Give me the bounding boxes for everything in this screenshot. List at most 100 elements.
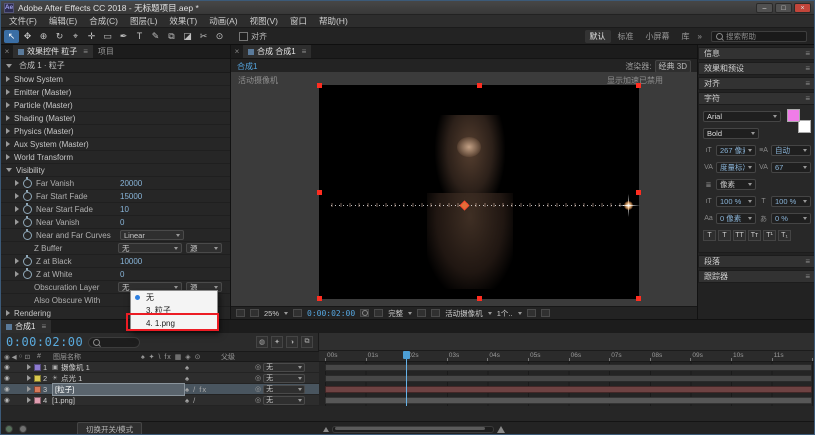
- type-tool[interactable]: T: [132, 30, 147, 43]
- parent-dropdown[interactable]: 无: [263, 395, 306, 405]
- layer-switches[interactable]: ♠: [185, 374, 255, 383]
- type-style-button[interactable]: Tт: [748, 230, 761, 241]
- timeline-toggle-icon[interactable]: ✦: [271, 336, 283, 348]
- twirl-icon[interactable]: [15, 219, 19, 225]
- font-style-select[interactable]: Bold: [703, 128, 759, 139]
- parent-dropdown[interactable]: 无: [263, 362, 306, 372]
- menu-window[interactable]: 窗口: [284, 15, 313, 27]
- param-dropdown[interactable]: Linear: [120, 230, 184, 240]
- layer-duration-bar[interactable]: [325, 364, 813, 371]
- tab-effect-controls[interactable]: 效果控件 粒子 ≡: [13, 45, 93, 58]
- time-ruler[interactable]: 00s01s02s03s04s05s06s07s08s09s10s11s12s: [319, 351, 814, 362]
- twirl-icon[interactable]: [6, 310, 10, 316]
- effect-row[interactable]: Near Vanish 0: [1, 215, 230, 229]
- comp-navigator-item[interactable]: 合成1: [237, 61, 257, 72]
- stopwatch-icon[interactable]: [23, 189, 32, 201]
- fill-color-swatch[interactable]: [787, 109, 800, 122]
- effect-row[interactable]: Z Buffer 无 源: [1, 242, 230, 255]
- tab-timeline-comp[interactable]: 合成1 ≡: [1, 320, 52, 333]
- clone-stamp-tool[interactable]: ⧉: [164, 30, 179, 43]
- layer-switches[interactable]: ♠: [185, 363, 255, 372]
- type-style-button[interactable]: T: [703, 230, 716, 241]
- menu-composition[interactable]: 合成(C): [83, 15, 124, 27]
- timeline-toggle-icon[interactable]: ◑: [286, 336, 298, 348]
- type-style-button[interactable]: T₁: [778, 230, 791, 241]
- twirl-icon[interactable]: [6, 115, 10, 121]
- menu-edit[interactable]: 编辑(E): [43, 15, 83, 27]
- fill-stroke-swatches[interactable]: [787, 109, 811, 133]
- playhead[interactable]: [403, 351, 410, 406]
- effect-row[interactable]: Aux System (Master): [1, 138, 230, 151]
- panel-align[interactable]: 对齐 ≡: [698, 77, 814, 90]
- pickwhip-icon[interactable]: ◎: [255, 363, 261, 371]
- layer-switches[interactable]: ♠ / fx: [185, 385, 255, 394]
- pickwhip-icon[interactable]: ◎: [255, 374, 261, 382]
- transparency-grid-icon[interactable]: [431, 309, 441, 317]
- tracking-select[interactable]: 67: [771, 162, 811, 173]
- comp-panel-close-button[interactable]: ×: [231, 45, 243, 58]
- camera-tool[interactable]: ⌖: [68, 30, 83, 43]
- selection-handle[interactable]: [636, 296, 641, 301]
- magnification-select[interactable]: 25%: [264, 309, 289, 318]
- effect-row[interactable]: Emitter (Master): [1, 86, 230, 99]
- menu-layer[interactable]: 图层(L): [124, 15, 163, 27]
- layer-twirl-icon[interactable]: [27, 386, 31, 392]
- fast-previews-icon[interactable]: [540, 309, 550, 317]
- visibility-toggle[interactable]: ◉: [4, 375, 10, 382]
- selection-handle[interactable]: [477, 296, 482, 301]
- param-value[interactable]: 20000: [120, 179, 142, 188]
- dropdown-option[interactable]: 3. 粒子: [131, 304, 217, 317]
- effect-row[interactable]: Near Start Fade 10: [1, 202, 230, 216]
- dropdown-option[interactable]: 无: [131, 291, 217, 304]
- twirl-icon[interactable]: [15, 271, 19, 277]
- twirl-icon[interactable]: [6, 168, 12, 172]
- effect-row[interactable]: Show System: [1, 73, 230, 86]
- view-layout-select[interactable]: 1个..: [497, 308, 522, 319]
- param-value[interactable]: 10: [120, 205, 129, 214]
- effect-row[interactable]: Far Start Fade 15000: [1, 189, 230, 203]
- param-dropdown[interactable]: 无: [118, 243, 182, 253]
- layer-duration-bar[interactable]: [325, 375, 813, 382]
- close-button[interactable]: ×: [794, 2, 811, 13]
- workspace-overflow-button[interactable]: »: [695, 32, 705, 41]
- layer-duration-bar[interactable]: [325, 397, 813, 404]
- stopwatch-icon[interactable]: [23, 228, 32, 240]
- effect-row[interactable]: Physics (Master): [1, 125, 230, 138]
- composition-frame[interactable]: [317, 83, 641, 301]
- puppet-pin-tool[interactable]: ⊙: [212, 30, 227, 43]
- horizontal-scale-select[interactable]: 100 %: [771, 196, 811, 207]
- timeline-scrollbar[interactable]: [332, 426, 494, 433]
- current-time-field[interactable]: 0:00:02:00: [6, 335, 83, 349]
- menu-animation[interactable]: 动画(A): [203, 15, 243, 27]
- param-value[interactable]: 15000: [120, 192, 142, 201]
- panel-character[interactable]: 字符 ≡: [698, 92, 814, 105]
- pickwhip-icon[interactable]: ◎: [255, 385, 261, 393]
- twirl-icon[interactable]: [15, 180, 19, 186]
- parent-dropdown[interactable]: 无: [263, 384, 306, 394]
- visibility-toggle[interactable]: ◉: [4, 386, 10, 393]
- panel-menu-icon[interactable]: ≡: [302, 47, 307, 56]
- renderer-button[interactable]: 经典 3D: [654, 59, 691, 73]
- layer-name[interactable]: 摄像机 1: [61, 362, 185, 373]
- layer-twirl-icon[interactable]: [27, 397, 31, 403]
- type-style-button[interactable]: T¹: [763, 230, 776, 241]
- selection-handle[interactable]: [636, 190, 641, 195]
- layer-row[interactable]: ◉ 3 [粒子] ♠ / fx ◎ 无: [1, 382, 319, 396]
- tab-composition[interactable]: 合成 合成1 ≡: [243, 45, 312, 58]
- font-size-select[interactable]: 267 像素: [716, 145, 756, 156]
- param-source-dropdown[interactable]: 源: [186, 243, 222, 253]
- ruler-icon[interactable]: [293, 309, 303, 317]
- menu-view[interactable]: 视图(V): [244, 15, 284, 27]
- twirl-icon[interactable]: [6, 102, 10, 108]
- view-select[interactable]: 活动摄像机: [445, 308, 492, 319]
- menu-file[interactable]: 文件(F): [3, 15, 43, 27]
- panel-menu-icon[interactable]: ≡: [805, 79, 810, 88]
- menu-effect[interactable]: 效果(T): [163, 15, 203, 27]
- parent-column-header[interactable]: 父级: [213, 352, 235, 362]
- toggle-switches-button[interactable]: 切换开关/模式: [77, 421, 143, 434]
- font-family-select[interactable]: Arial: [703, 111, 781, 122]
- panel-tracker[interactable]: 跟踪器 ≡: [698, 270, 814, 283]
- workspace-button[interactable]: 默认: [584, 29, 611, 43]
- zoom-tool[interactable]: ⊕: [36, 30, 51, 43]
- stopwatch-icon[interactable]: [23, 254, 32, 266]
